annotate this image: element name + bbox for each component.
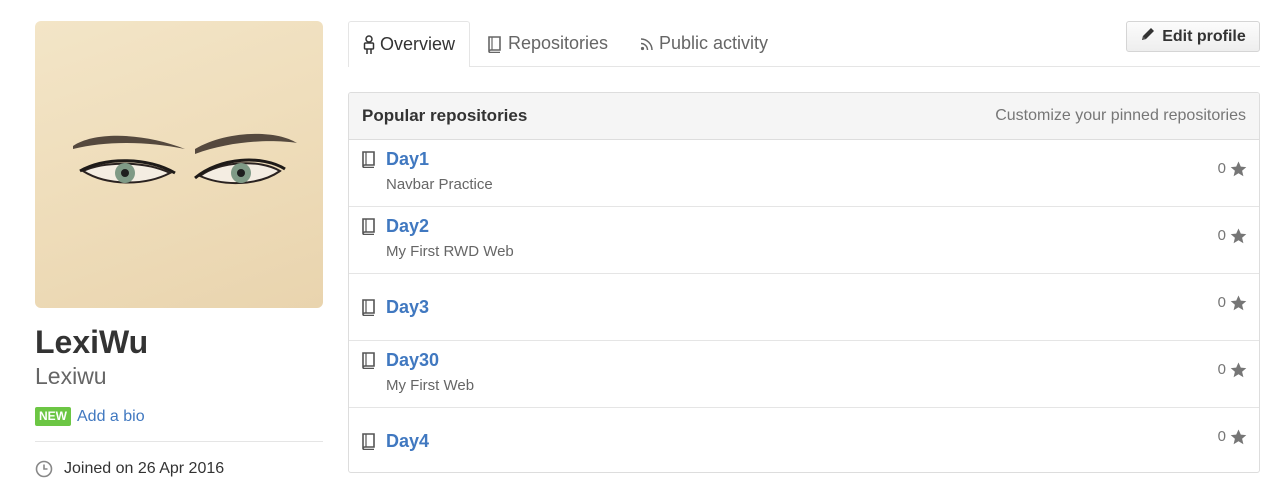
box-header: Popular repositories Customize your pinn… — [349, 93, 1259, 140]
joined-date: Joined on 26 Apr 2016 — [35, 460, 224, 478]
repo-stars[interactable]: 0 — [1218, 160, 1247, 177]
repo-icon — [361, 351, 377, 374]
star-icon — [1230, 429, 1247, 445]
tab-overview-label: Overview — [380, 34, 456, 54]
repo-link[interactable]: Day2 — [386, 216, 429, 236]
new-badge: NEW — [35, 407, 71, 426]
star-icon — [1230, 161, 1247, 177]
tab-public-activity-label: Public activity — [659, 33, 769, 53]
repo-stars[interactable]: 0 — [1218, 428, 1247, 445]
star-count: 0 — [1217, 428, 1226, 445]
edit-profile-button[interactable]: Edit profile — [1126, 21, 1260, 52]
repo-icon — [361, 150, 377, 173]
edit-profile-label: Edit profile — [1162, 27, 1246, 45]
tab-overview[interactable]: Overview — [348, 21, 471, 67]
repo-description: My First RWD Web — [386, 243, 514, 260]
rss-icon — [640, 37, 654, 51]
clock-icon — [35, 460, 53, 478]
repo-icon — [361, 298, 377, 321]
profile-username: Lexiwu — [35, 363, 107, 389]
star-count: 0 — [1217, 160, 1226, 177]
repo-description: Navbar Practice — [386, 176, 493, 193]
repo-link[interactable]: Day1 — [386, 149, 429, 169]
tab-repositories-label: Repositories — [508, 33, 609, 53]
profile-page: LexiWu Lexiwu NEW Add a bio Joined on 26… — [0, 0, 1278, 495]
star-count: 0 — [1217, 361, 1226, 378]
repo-link[interactable]: Day3 — [386, 297, 429, 317]
repo-row: Day3 0 — [349, 274, 1259, 341]
star-icon — [1230, 228, 1247, 244]
pencil-icon — [1140, 26, 1156, 47]
tabs-divider — [348, 66, 1260, 67]
repo-stars[interactable]: 0 — [1218, 227, 1247, 244]
joined-text: Joined on 26 Apr 2016 — [64, 460, 225, 477]
bio-row: NEW Add a bio — [35, 407, 145, 426]
popular-repositories-title: Popular repositories — [362, 106, 528, 125]
repo-stars[interactable]: 0 — [1218, 361, 1247, 378]
tab-repositories[interactable]: Repositories — [473, 21, 622, 66]
repo-link[interactable]: Day30 — [386, 350, 439, 370]
repo-row: Day30 My First Web 0 — [349, 341, 1259, 408]
repo-stars[interactable]: 0 — [1218, 294, 1247, 311]
repo-row: Day1 Navbar Practice 0 — [349, 140, 1259, 207]
repo-icon — [361, 217, 377, 240]
customize-pinned-link[interactable]: Customize your pinned repositories — [995, 107, 1246, 125]
avatar[interactable] — [35, 21, 323, 308]
book-icon — [487, 35, 503, 53]
star-count: 0 — [1217, 294, 1226, 311]
add-bio-link[interactable]: Add a bio — [77, 408, 145, 426]
star-count: 0 — [1217, 227, 1226, 244]
profile-full-name: LexiWu — [35, 324, 149, 360]
repo-description: My First Web — [386, 377, 475, 394]
repo-row: Day2 My First RWD Web 0 — [349, 207, 1259, 274]
star-icon — [1230, 362, 1247, 378]
divider — [35, 441, 323, 442]
repo-link[interactable]: Day4 — [386, 431, 429, 451]
person-icon — [363, 34, 375, 55]
repo-icon — [361, 432, 377, 455]
tab-public-activity[interactable]: Public activity — [626, 21, 782, 66]
popular-repositories: Popular repositories Customize your pinn… — [348, 92, 1260, 473]
repo-row: Day4 0 — [349, 408, 1259, 472]
star-icon — [1230, 295, 1247, 311]
